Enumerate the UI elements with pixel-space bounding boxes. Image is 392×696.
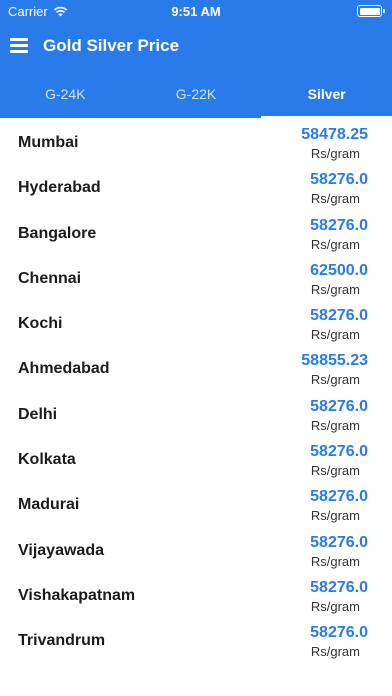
price-unit: Rs/gram: [310, 372, 360, 388]
app-title: Gold Silver Price: [43, 36, 180, 55]
tab-bar: G-24K G-22K Silver: [0, 72, 392, 118]
price-value: 58276.0: [310, 171, 368, 189]
price-unit: Rs/gram: [310, 553, 360, 569]
price-value: 58855.23: [301, 352, 368, 370]
price-unit: Rs/gram: [310, 598, 360, 614]
list-item[interactable]: Hyderabad 58276.0 Rs/gram: [0, 165, 392, 210]
city-name: Kochi: [18, 315, 63, 333]
price-list: Mumbai 58478.25 Rs/gram Hyderabad 58276.…: [0, 120, 392, 664]
price-value: 58276.0: [310, 397, 368, 415]
battery-icon: [357, 5, 385, 17]
city-name: Trivandrum: [18, 632, 106, 650]
city-name: Mumbai: [18, 134, 79, 151]
list-item[interactable]: Vijayawada 58276.0 Rs/gram: [0, 528, 392, 573]
tab-silver[interactable]: Silver: [261, 72, 392, 118]
price-unit: Rs/gram: [310, 281, 360, 297]
price-value: 62500.0: [310, 261, 368, 279]
price-value: 58276.0: [310, 443, 368, 461]
price-value: 58478.25: [301, 126, 368, 143]
city-name: Hyderabad: [18, 179, 101, 197]
list-item[interactable]: Mumbai 58478.25 Rs/gram: [0, 120, 392, 165]
city-name: Bangalore: [18, 224, 97, 242]
price-value: 58276.0: [310, 307, 368, 325]
city-name: Chennai: [18, 269, 82, 287]
list-item[interactable]: Delhi 58276.0 Rs/gram: [0, 392, 392, 437]
city-name: Ahmedabad: [18, 360, 110, 378]
status-time: 9:51 AM: [171, 4, 221, 19]
city-name: Kolkata: [18, 451, 76, 469]
price-unit: Rs/gram: [310, 417, 360, 433]
city-name: Madurai: [18, 496, 80, 514]
city-name: Vijayawada: [18, 541, 104, 559]
status-bar: Carrier 9:51 AM: [0, 0, 392, 22]
price-unit: Rs/gram: [310, 463, 360, 479]
price-value: 58276.0: [310, 578, 368, 596]
city-name: Vishakapatnam: [18, 586, 136, 604]
list-item[interactable]: Vishakapatnam 58276.0 Rs/gram: [0, 573, 392, 618]
list-item[interactable]: Trivandrum 58276.0 Rs/gram: [0, 618, 392, 663]
price-unit: Rs/gram: [310, 191, 360, 207]
tab-g22k[interactable]: G-22K: [131, 72, 262, 118]
price-unit: Rs/gram: [310, 508, 360, 524]
city-name: Delhi: [18, 405, 58, 423]
list-item[interactable]: Madurai 58276.0 Rs/gram: [0, 482, 392, 527]
tab-g24k[interactable]: G-24K: [0, 72, 131, 118]
price-unit: Rs/gram: [310, 327, 360, 343]
price-unit: Rs/gram: [310, 236, 360, 252]
price-value: 58276.0: [310, 533, 368, 551]
price-unit: Rs/gram: [310, 146, 360, 161]
price-value: 58276.0: [310, 216, 368, 234]
list-item[interactable]: Kolkata 58276.0 Rs/gram: [0, 437, 392, 482]
price-value: 58276.0: [310, 624, 368, 642]
list-item[interactable]: Kochi 58276.0 Rs/gram: [0, 301, 392, 346]
list-item[interactable]: Ahmedabad 58855.23 Rs/gram: [0, 346, 392, 391]
hamburger-menu-icon[interactable]: [10, 38, 28, 53]
price-value: 58276.0: [310, 488, 368, 506]
list-item[interactable]: Chennai 62500.0 Rs/gram: [0, 256, 392, 301]
app-bar: Gold Silver Price: [0, 22, 392, 72]
list-item[interactable]: Bangalore 58276.0 Rs/gram: [0, 211, 392, 256]
price-unit: Rs/gram: [310, 644, 360, 660]
